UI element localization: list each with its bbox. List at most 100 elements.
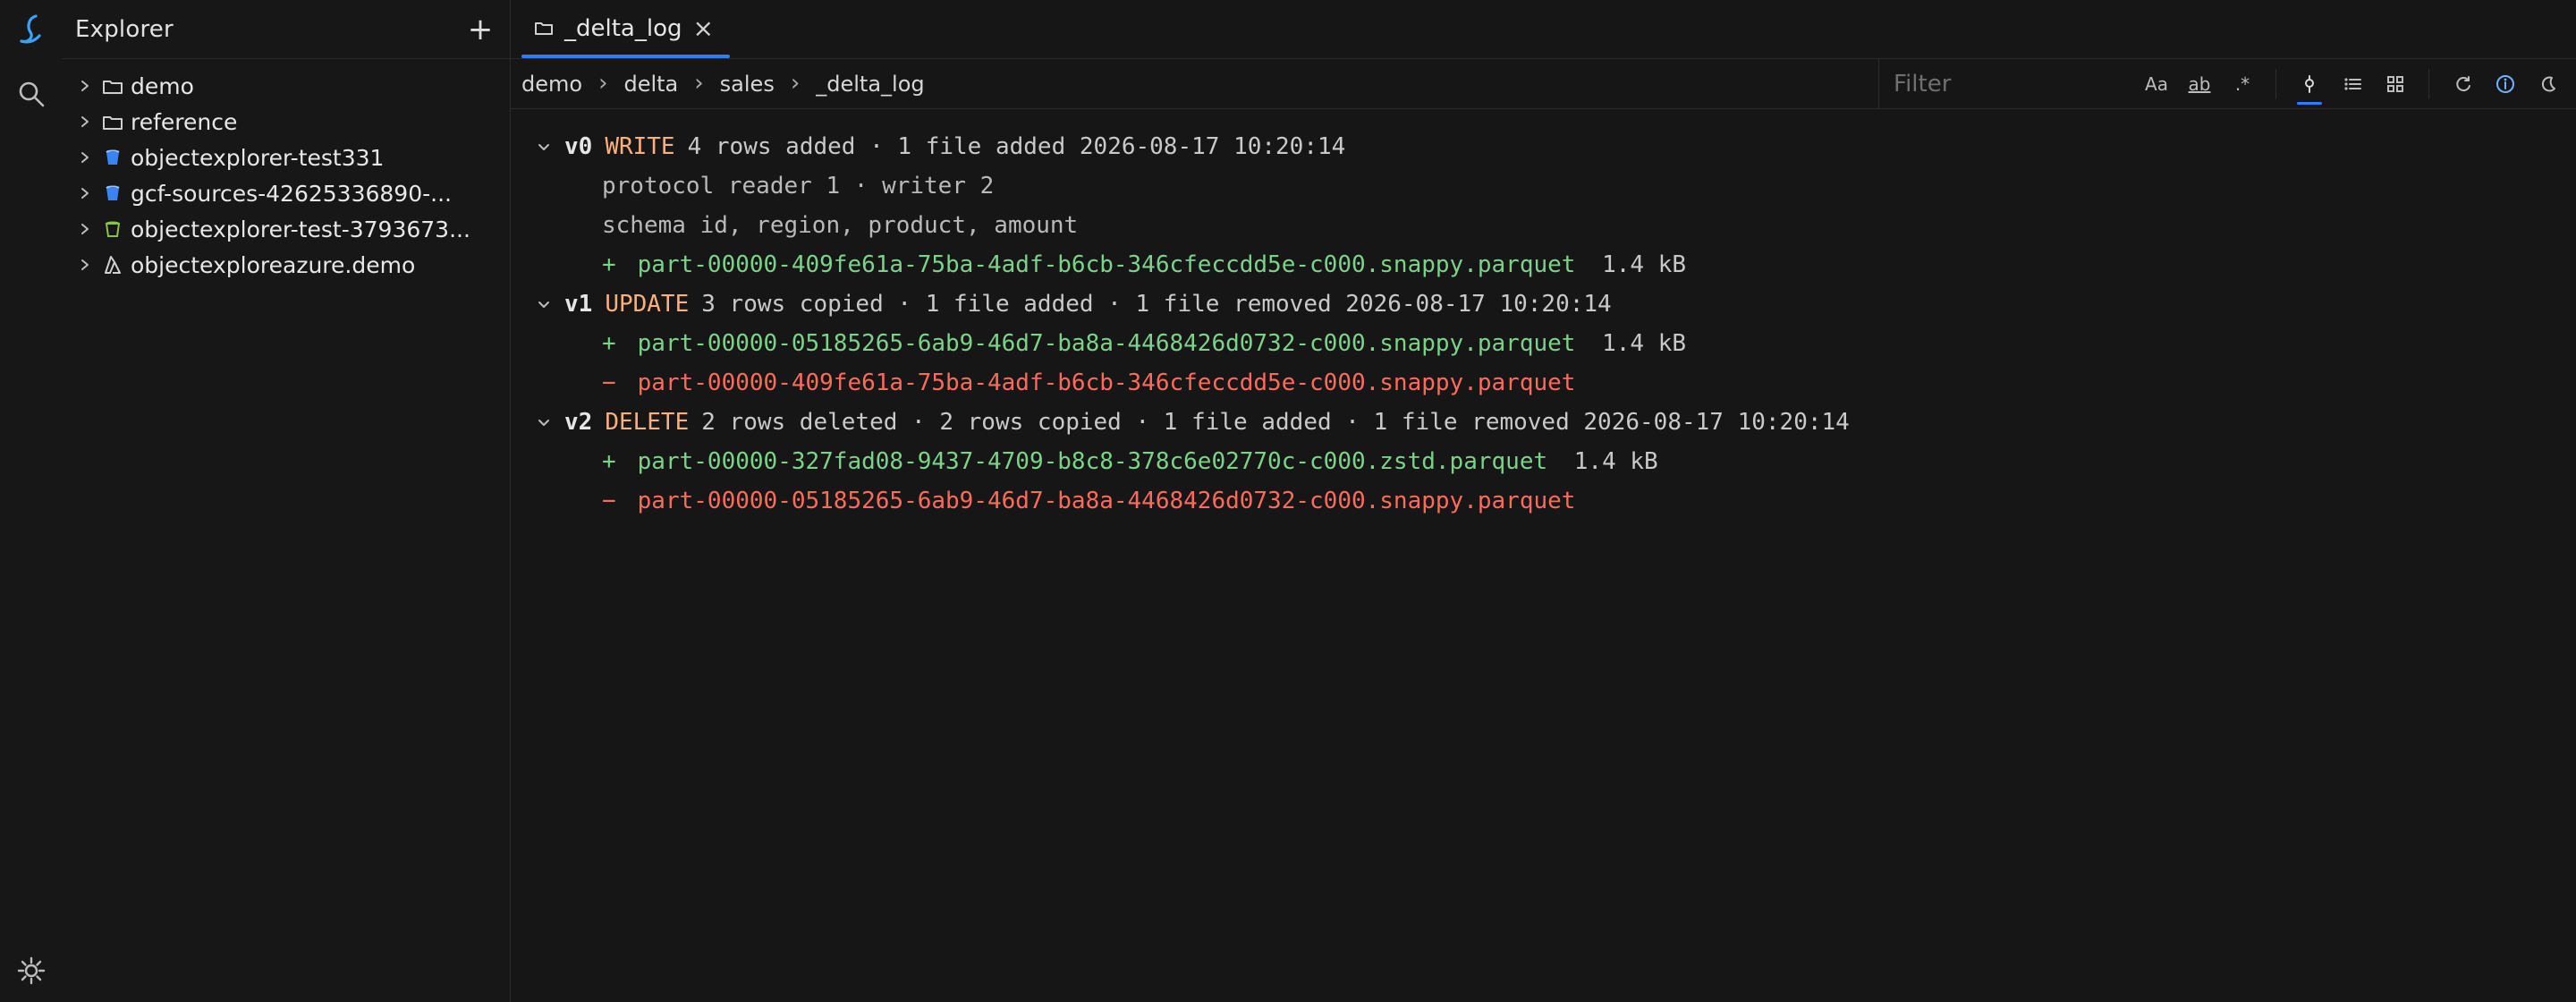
version-detail-line: protocol reader 1 · writer 2 [602, 173, 995, 200]
folder-icon [534, 15, 554, 42]
version-detail-line: schema id, region, product, amount [602, 212, 1079, 239]
delta-log-view: v0 WRITE 4 rows added · 1 file added 202… [511, 109, 2576, 521]
app-window: Explorer + demo reference objectexplorer… [0, 0, 2576, 1002]
sidebar-header: Explorer + [63, 0, 510, 59]
chevron-right-icon[interactable] [75, 80, 95, 92]
file-size: 1.4 kB [1602, 330, 1687, 357]
refresh-button[interactable] [2447, 69, 2478, 99]
activity-bar [0, 0, 64, 1002]
grid-view-button[interactable] [2380, 69, 2411, 99]
tab-bar: _delta_log × [511, 0, 2576, 59]
file-size: 1.4 kB [1573, 448, 1658, 475]
tab-label: _delta_log [564, 15, 682, 42]
operation: DELETE [605, 409, 690, 436]
list-view-button[interactable] [2337, 69, 2368, 99]
tree-item-gcf-sources[interactable]: gcf-sources-42625336890-... [63, 175, 510, 211]
file-sign: + [602, 448, 616, 475]
version-row-v0[interactable]: v0 WRITE 4 rows added · 1 file added 202… [532, 127, 2576, 166]
chevron-down-icon[interactable] [532, 140, 555, 154]
tree-item-label: demo [131, 72, 194, 99]
tree-item-label: objectexploreazure.demo [131, 251, 416, 278]
chevron-right-icon: › [694, 69, 704, 97]
divider [2428, 68, 2429, 99]
bucket-icon [100, 145, 125, 170]
info-icon [2496, 74, 2514, 93]
version-number: v0 [564, 133, 593, 160]
logo-icon[interactable] [0, 0, 63, 59]
chevron-right-icon: › [598, 69, 608, 97]
timeline-view-button[interactable] [2294, 69, 2325, 105]
tree-item-label: objectexplorer-test331 [131, 144, 385, 171]
file-added-row: + part-00000-05185265-6ab9-46d7-ba8a-446… [532, 324, 2576, 363]
bucket-icon [100, 181, 125, 206]
toolbar-icons: Aa ab .* [2141, 68, 2576, 105]
chevron-down-icon[interactable] [532, 415, 555, 429]
timeline-icon [2305, 74, 2314, 93]
list-icon [2344, 77, 2361, 90]
file-name[interactable]: part-00000-409fe61a-75ba-4adf-b6cb-346cf… [638, 251, 1576, 278]
breadcrumb-item[interactable]: _delta_log [816, 72, 924, 97]
theme-toggle-button[interactable] [2533, 69, 2563, 99]
top-toolbar: demo › delta › sales › _delta_log Aa ab [511, 58, 2576, 109]
regex-label: .* [2234, 72, 2250, 95]
file-sign: + [602, 330, 616, 357]
file-added-row: + part-00000-327fad08-9437-4709-b8c8-378… [532, 442, 2576, 481]
folder-icon [100, 73, 125, 98]
grid-icon [2387, 75, 2403, 92]
chevron-right-icon[interactable] [75, 151, 95, 164]
main-panel: _delta_log × demo › delta › sales › _del… [511, 0, 2576, 1002]
breadcrumb-item[interactable]: sales [720, 72, 775, 97]
version-number: v1 [564, 291, 593, 318]
breadcrumb-item[interactable]: demo [521, 72, 582, 97]
chevron-down-icon[interactable] [532, 297, 555, 311]
file-name[interactable]: part-00000-05185265-6ab9-46d7-ba8a-44684… [638, 488, 1576, 514]
divider [2275, 68, 2276, 99]
tree-item-label: gcf-sources-42625336890-... [131, 180, 452, 207]
sidebar: Explorer + demo reference objectexplorer… [63, 0, 511, 1002]
chevron-right-icon[interactable] [75, 115, 95, 128]
regex-button[interactable]: .* [2227, 69, 2258, 99]
close-icon[interactable]: × [693, 16, 714, 41]
version-meta: 3 rows copied · 1 file added · 1 file re… [701, 291, 1612, 318]
tree-item-label: reference [131, 108, 238, 135]
tree-item-demo[interactable]: demo [63, 68, 510, 104]
refresh-icon [2456, 75, 2470, 91]
version-row-v2[interactable]: v2 DELETE 2 rows deleted · 2 rows copied… [532, 403, 2576, 442]
settings-icon[interactable] [0, 939, 63, 1002]
match-word-label: ab [2188, 72, 2211, 95]
file-name[interactable]: part-00000-05185265-6ab9-46d7-ba8a-44684… [638, 330, 1576, 357]
add-source-button[interactable]: + [463, 13, 497, 47]
tree-item-reference[interactable]: reference [63, 104, 510, 140]
chevron-right-icon[interactable] [75, 223, 95, 235]
file-added-row: + part-00000-409fe61a-75ba-4adf-b6cb-346… [532, 245, 2576, 284]
file-sign: − [602, 488, 616, 514]
tab-delta-log[interactable]: _delta_log × [521, 0, 730, 58]
search-and-tools: Aa ab .* [1878, 58, 2576, 109]
info-button[interactable] [2490, 69, 2521, 99]
tree-item-objectexplorer-test-3793673[interactable]: objectexplorer-test-3793673... [63, 211, 510, 247]
tree-item-objectexploreazure[interactable]: objectexploreazure.demo [63, 247, 510, 283]
file-sign: − [602, 369, 616, 396]
match-case-button[interactable]: Aa [2141, 69, 2172, 99]
file-name[interactable]: part-00000-327fad08-9437-4709-b8c8-378c6… [638, 448, 1547, 475]
moon-icon [2541, 76, 2555, 92]
breadcrumb-item[interactable]: delta [623, 72, 678, 97]
operation: UPDATE [605, 291, 690, 318]
file-size: 1.4 kB [1602, 251, 1687, 278]
file-sign: + [602, 251, 616, 278]
match-word-button[interactable]: ab [2184, 69, 2215, 99]
azure-icon [100, 252, 125, 277]
chevron-right-icon: › [790, 69, 801, 97]
tree-item-objectexplorer-test331[interactable]: objectexplorer-test331 [63, 140, 510, 175]
chevron-right-icon[interactable] [75, 187, 95, 200]
filter-input[interactable] [1892, 64, 2141, 104]
tree-item-label: objectexplorer-test-3793673... [131, 216, 470, 242]
filter-box [1879, 59, 2141, 109]
sidebar-title: Explorer [75, 15, 174, 43]
version-number: v2 [564, 409, 593, 436]
file-name[interactable]: part-00000-409fe61a-75ba-4adf-b6cb-346cf… [638, 369, 1576, 396]
explorer-tree: demo reference objectexplorer-test331 gc… [63, 59, 510, 283]
search-icon[interactable] [0, 63, 63, 125]
chevron-right-icon[interactable] [75, 259, 95, 271]
version-row-v1[interactable]: v1 UPDATE 3 rows copied · 1 file added ·… [532, 284, 2576, 324]
